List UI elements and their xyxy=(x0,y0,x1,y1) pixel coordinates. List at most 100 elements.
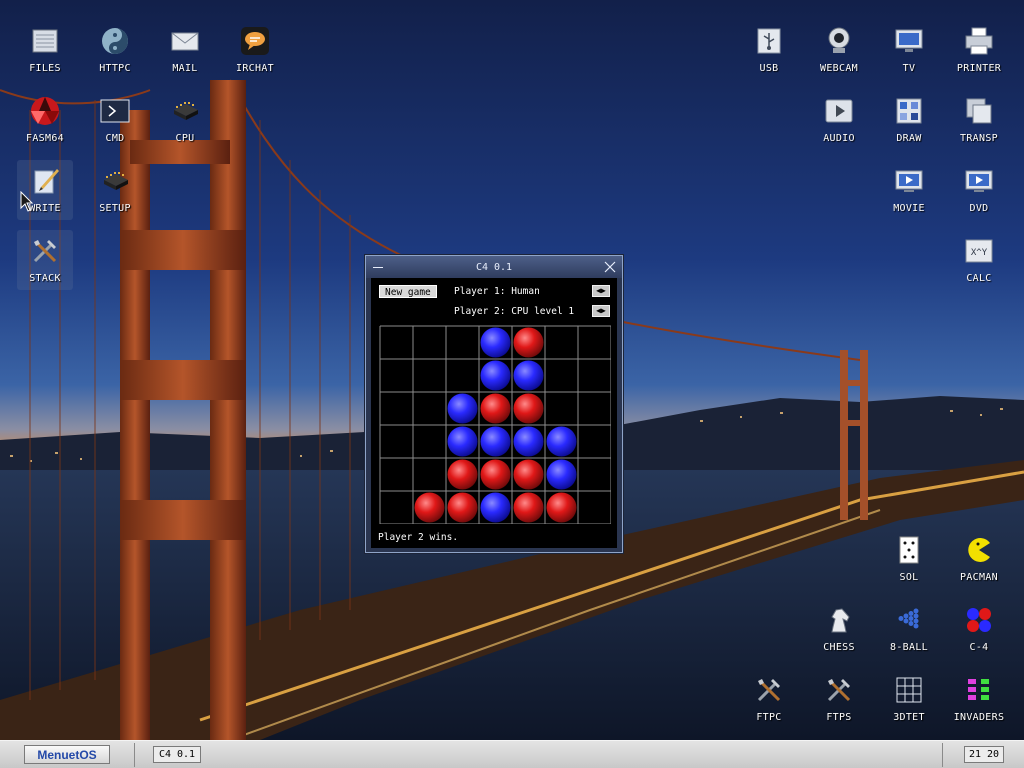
red-disc xyxy=(414,492,445,523)
palette-icon xyxy=(892,94,926,128)
clock: 21 20 xyxy=(964,746,1004,763)
play-icon xyxy=(822,94,856,128)
desktop-icon-label: FASM64 xyxy=(26,133,64,144)
player2-selector[interactable]: ◀▶ xyxy=(592,305,610,317)
desktop-icon-usb[interactable]: USB xyxy=(741,20,797,80)
movie-icon xyxy=(962,164,996,198)
chip-icon xyxy=(98,164,132,198)
desktop-icon-cpu[interactable]: CPU xyxy=(157,90,213,150)
desktop-icon-movie[interactable]: MOVIE xyxy=(881,160,937,220)
desktop-icon-8-ball[interactable]: 8-BALL xyxy=(881,599,937,659)
desktop-icon-label: C-4 xyxy=(969,642,989,653)
minimize-icon[interactable] xyxy=(372,261,384,273)
desktop-icon-label: CMD xyxy=(105,133,125,144)
taskbar-item-c4[interactable]: C4 0.1 xyxy=(153,746,201,763)
desktop-icon-3dtet[interactable]: 3DTET xyxy=(881,669,937,729)
new-game-button[interactable]: New game xyxy=(379,285,437,298)
desktop-icon-webcam[interactable]: WEBCAM xyxy=(811,20,867,80)
window-titlebar[interactable]: C4 0.1 xyxy=(366,256,622,278)
red-disc xyxy=(513,327,544,358)
calc-icon: X^Y xyxy=(962,234,996,268)
game-status: Player 2 wins. xyxy=(378,532,459,543)
desktop-icon-label: MOVIE xyxy=(893,203,925,214)
files-icon xyxy=(28,24,62,58)
desktop-icon-setup[interactable]: SETUP xyxy=(87,160,143,220)
start-menu-button[interactable]: MenuetOS xyxy=(24,745,110,764)
tools-icon xyxy=(752,673,786,707)
desktop-icon-ftps[interactable]: FTPS xyxy=(811,669,867,729)
desktop-icon-label: FTPC xyxy=(756,712,782,723)
desktop-icon-label: SOL xyxy=(899,572,919,583)
red-disc xyxy=(480,393,511,424)
blue-disc xyxy=(480,492,511,523)
desktop-icon-mail[interactable]: MAIL xyxy=(157,20,213,80)
chess-knight-icon xyxy=(822,603,856,637)
desktop-icon-label: DVD xyxy=(969,203,989,214)
desktop-icon-c-4[interactable]: C-4 xyxy=(951,599,1007,659)
desktop-icon-fasm64[interactable]: FASM64 xyxy=(17,90,73,150)
desktop-icon-audio[interactable]: AUDIO xyxy=(811,90,867,150)
red-disc xyxy=(513,393,544,424)
arrow-left-right-icon: ◀▶ xyxy=(596,306,606,315)
taskbar-divider xyxy=(134,743,135,767)
tools-icon xyxy=(822,673,856,707)
desktop-icon-label: WEBCAM xyxy=(820,63,858,74)
desktop-icon-label: CHESS xyxy=(823,642,855,653)
game-panel: New game Player 1: Human ◀▶ Player 2: CP… xyxy=(371,278,617,548)
desktop-icon-printer[interactable]: PRINTER xyxy=(951,20,1007,80)
desktop-icon-sol[interactable]: SOL xyxy=(881,529,937,589)
window-title: C4 0.1 xyxy=(475,261,513,273)
arrow-left-right-icon: ◀▶ xyxy=(596,286,606,295)
desktop-icon-cmd[interactable]: CMD xyxy=(87,90,143,150)
desktop-icon-tv[interactable]: TV xyxy=(881,20,937,80)
desktop-icon-httpc[interactable]: HTTPC xyxy=(87,20,143,80)
player1-selector[interactable]: ◀▶ xyxy=(592,285,610,297)
desktop-icon-draw[interactable]: DRAW xyxy=(881,90,937,150)
svg-text:X^Y: X^Y xyxy=(971,248,988,258)
desktop-icon-label: STACK xyxy=(29,273,61,284)
card-icon xyxy=(892,533,926,567)
windows-icon xyxy=(962,94,996,128)
blue-disc xyxy=(546,426,577,457)
c4-window: C4 0.1 New game Player 1: Human ◀▶ Playe… xyxy=(365,255,623,553)
desktop-icon-label: PRINTER xyxy=(956,63,1002,74)
desktop-icon-label: DRAW xyxy=(896,133,922,144)
chip-icon xyxy=(168,94,202,128)
desktop-icon-label: HTTPC xyxy=(99,63,131,74)
desktop-icon-pacman[interactable]: PACMAN xyxy=(951,529,1007,589)
desktop-icon-irchat[interactable]: IRCHAT xyxy=(227,20,283,80)
desktop-icon-label: INVADERS xyxy=(953,712,1005,723)
desktop-icon-invaders[interactable]: INVADERS xyxy=(951,669,1007,729)
terminal-icon xyxy=(98,94,132,128)
desktop-icon-label: FILES xyxy=(29,63,61,74)
desktop-icon-chess[interactable]: CHESS xyxy=(811,599,867,659)
desktop-icon-transp[interactable]: TRANSP xyxy=(951,90,1007,150)
red-disc xyxy=(480,459,511,490)
desktop-icon-label: SETUP xyxy=(99,203,131,214)
grid-icon xyxy=(892,673,926,707)
printer-icon xyxy=(962,24,996,58)
desktop-icon-label: TRANSP xyxy=(960,133,998,144)
desktop-icon-label: 3DTET xyxy=(893,712,925,723)
desktop-icon-label: 8-BALL xyxy=(890,642,928,653)
desktop-icon-files[interactable]: FILES xyxy=(17,20,73,80)
desktop-icon-label: AUDIO xyxy=(823,133,855,144)
desktop-icon-calc[interactable]: X^Y CALC xyxy=(951,230,1007,290)
movie-icon xyxy=(892,164,926,198)
blue-disc xyxy=(480,327,511,358)
taskbar-divider xyxy=(942,743,943,767)
desktop-icon-ftpc[interactable]: FTPC xyxy=(741,669,797,729)
chat-bubble-icon xyxy=(238,24,272,58)
game-board[interactable] xyxy=(379,325,611,524)
desktop-icon-label: CPU xyxy=(175,133,195,144)
blue-disc xyxy=(513,426,544,457)
close-icon[interactable] xyxy=(604,261,616,273)
desktop-icon-label: USB xyxy=(759,63,779,74)
red-disc xyxy=(546,492,577,523)
desktop-icon-dvd[interactable]: DVD xyxy=(951,160,1007,220)
desktop-icon-label: CALC xyxy=(966,273,992,284)
desktop-icon-stack[interactable]: STACK xyxy=(17,230,73,290)
globe-icon xyxy=(98,24,132,58)
webcam-icon xyxy=(822,24,856,58)
player1-label: Player 1: Human xyxy=(454,286,540,297)
